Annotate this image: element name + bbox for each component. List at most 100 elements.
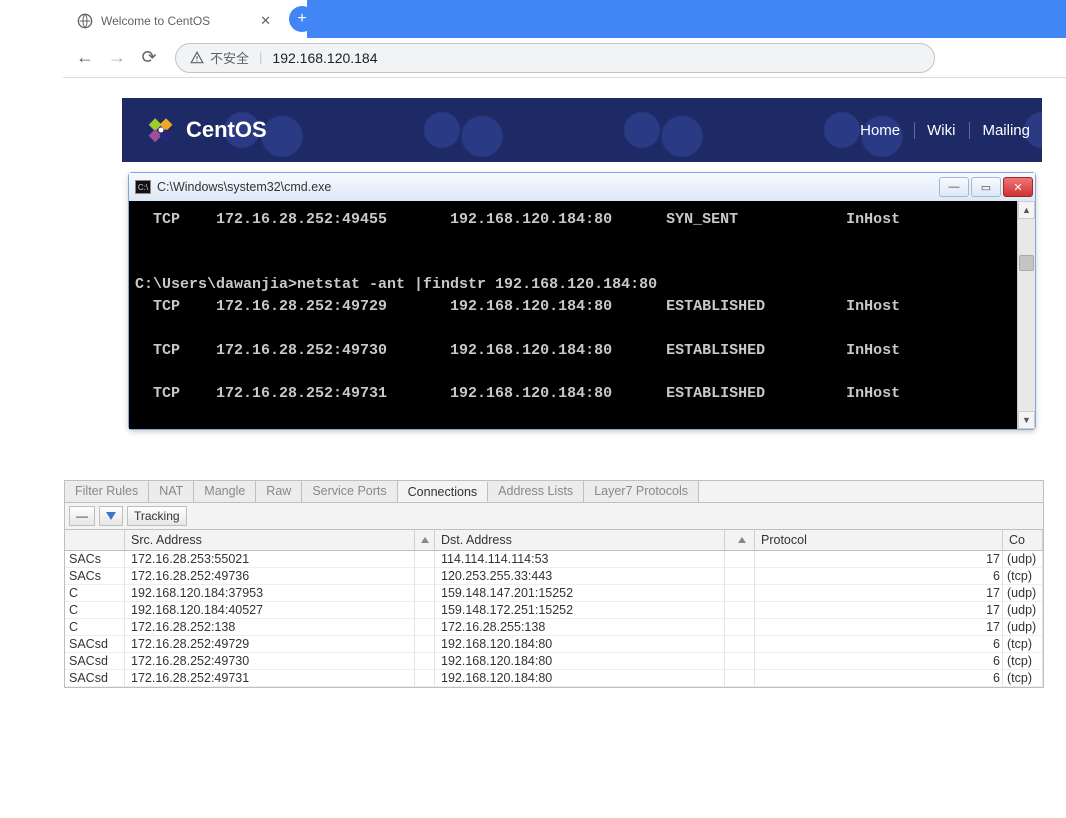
conn-proto-name[interactable]: (udp) [1003, 551, 1043, 568]
conn-flag[interactable]: SACs [65, 568, 125, 585]
cmd-output: TCP 172.16.28.252:49455 192.168.120.184:… [135, 209, 1029, 405]
conn-src[interactable]: 172.16.28.252:49729 [125, 636, 415, 653]
conn-flag[interactable]: C [65, 602, 125, 619]
conn-proto-num[interactable]: 17 [755, 619, 1003, 636]
new-tab-button[interactable]: + [289, 6, 315, 32]
gap[interactable] [725, 670, 755, 687]
conn-dst[interactable]: 192.168.120.184:80 [435, 670, 725, 687]
conn-flag[interactable]: SACsd [65, 653, 125, 670]
conn-proto-num[interactable]: 6 [755, 636, 1003, 653]
col-dst[interactable]: Dst. Address [435, 530, 725, 551]
filter-button[interactable] [99, 506, 123, 526]
conn-proto-name[interactable]: (udp) [1003, 619, 1043, 636]
gap[interactable] [415, 653, 435, 670]
tab-layer7-protocols[interactable]: Layer7 Protocols [584, 481, 699, 502]
cmd-scrollbar[interactable]: ▲ ▼ [1017, 201, 1035, 429]
tab-raw[interactable]: Raw [256, 481, 302, 502]
tab-strip-fill [307, 0, 1066, 38]
col-dst-sort[interactable] [725, 530, 755, 551]
gap[interactable] [415, 602, 435, 619]
firewall-tabs: Filter RulesNATMangleRawService PortsCon… [65, 481, 1043, 503]
conn-flag[interactable]: C [65, 619, 125, 636]
conn-proto-num[interactable]: 17 [755, 551, 1003, 568]
conn-dst[interactable]: 159.148.147.201:15252 [435, 585, 725, 602]
conn-proto-name[interactable]: (udp) [1003, 602, 1043, 619]
gap[interactable] [415, 619, 435, 636]
conn-src[interactable]: 192.168.120.184:40527 [125, 602, 415, 619]
conn-src[interactable]: 172.16.28.252:49731 [125, 670, 415, 687]
col-protocol[interactable]: Protocol [755, 530, 1003, 551]
conn-proto-num[interactable]: 17 [755, 585, 1003, 602]
conn-src[interactable]: 192.168.120.184:37953 [125, 585, 415, 602]
tab-mangle[interactable]: Mangle [194, 481, 256, 502]
tab-connections[interactable]: Connections [398, 482, 489, 503]
gap[interactable] [415, 568, 435, 585]
conn-proto-num[interactable]: 6 [755, 653, 1003, 670]
browser-tab[interactable]: Welcome to CentOS ✕ [63, 2, 283, 40]
cmd-body[interactable]: TCP 172.16.28.252:49455 192.168.120.184:… [129, 201, 1035, 429]
scroll-thumb[interactable] [1019, 255, 1034, 271]
col-src[interactable]: Src. Address [125, 530, 415, 551]
conn-dst[interactable]: 114.114.114.114:53 [435, 551, 725, 568]
gap[interactable] [725, 602, 755, 619]
cmd-icon: C:\ [135, 180, 151, 194]
conn-proto-name[interactable]: (tcp) [1003, 568, 1043, 585]
gap[interactable] [725, 619, 755, 636]
nav-wiki[interactable]: Wiki [914, 122, 967, 139]
dropdown-button[interactable]: — [69, 506, 95, 526]
centos-brand-text: CentOS [186, 117, 267, 143]
conn-src[interactable]: 172.16.28.252:138 [125, 619, 415, 636]
window-minimize-button[interactable]: — [939, 177, 969, 197]
conn-src[interactable]: 172.16.28.252:49736 [125, 568, 415, 585]
conn-dst[interactable]: 192.168.120.184:80 [435, 653, 725, 670]
gap[interactable] [415, 636, 435, 653]
conn-flag[interactable]: C [65, 585, 125, 602]
nav-back-icon[interactable]: ← [71, 44, 99, 72]
gap[interactable] [725, 551, 755, 568]
gap[interactable] [725, 653, 755, 670]
gap[interactable] [415, 551, 435, 568]
nav-mailing[interactable]: Mailing [969, 122, 1042, 139]
conn-proto-name[interactable]: (tcp) [1003, 653, 1043, 670]
gap[interactable] [415, 585, 435, 602]
col-flags[interactable] [65, 530, 125, 551]
col-src-sort[interactable] [415, 530, 435, 551]
conn-src[interactable]: 172.16.28.252:49730 [125, 653, 415, 670]
gap[interactable] [725, 585, 755, 602]
conn-proto-name[interactable]: (tcp) [1003, 636, 1043, 653]
tab-close-icon[interactable]: ✕ [260, 13, 271, 29]
conn-dst[interactable]: 172.16.28.255:138 [435, 619, 725, 636]
conn-flag[interactable]: SACs [65, 551, 125, 568]
conn-proto-num[interactable]: 6 [755, 568, 1003, 585]
address-bar[interactable]: 不安全 | 192.168.120.184 [175, 43, 935, 73]
col-co[interactable]: Co [1003, 530, 1043, 551]
conn-flag[interactable]: SACsd [65, 636, 125, 653]
tab-filter-rules[interactable]: Filter Rules [65, 481, 149, 502]
gap[interactable] [415, 670, 435, 687]
conn-proto-name[interactable]: (udp) [1003, 585, 1043, 602]
conn-proto-name[interactable]: (tcp) [1003, 670, 1043, 687]
gap[interactable] [725, 636, 755, 653]
conn-src[interactable]: 172.16.28.253:55021 [125, 551, 415, 568]
cmd-titlebar[interactable]: C:\ C:\Windows\system32\cmd.exe — ▭ ✕ [129, 173, 1035, 201]
window-maximize-button[interactable]: ▭ [971, 177, 1001, 197]
tab-address-lists[interactable]: Address Lists [488, 481, 584, 502]
gap[interactable] [725, 568, 755, 585]
centos-banner: CentOS Home Wiki Mailing [122, 98, 1042, 162]
tab-service-ports[interactable]: Service Ports [302, 481, 397, 502]
sort-indicator-icon [738, 537, 746, 543]
conn-proto-num[interactable]: 6 [755, 670, 1003, 687]
conn-dst[interactable]: 192.168.120.184:80 [435, 636, 725, 653]
nav-reload-icon[interactable]: ⟳ [135, 44, 163, 72]
nav-home[interactable]: Home [848, 122, 912, 139]
conn-dst[interactable]: 159.148.172.251:15252 [435, 602, 725, 619]
scroll-down-icon[interactable]: ▼ [1018, 411, 1035, 429]
conn-proto-num[interactable]: 17 [755, 602, 1003, 619]
window-close-button[interactable]: ✕ [1003, 177, 1033, 197]
tab-nat[interactable]: NAT [149, 481, 194, 502]
conn-dst[interactable]: 120.253.255.33:443 [435, 568, 725, 585]
scroll-up-icon[interactable]: ▲ [1018, 201, 1035, 219]
tracking-button[interactable]: Tracking [127, 506, 187, 526]
funnel-icon [106, 512, 116, 520]
conn-flag[interactable]: SACsd [65, 670, 125, 687]
